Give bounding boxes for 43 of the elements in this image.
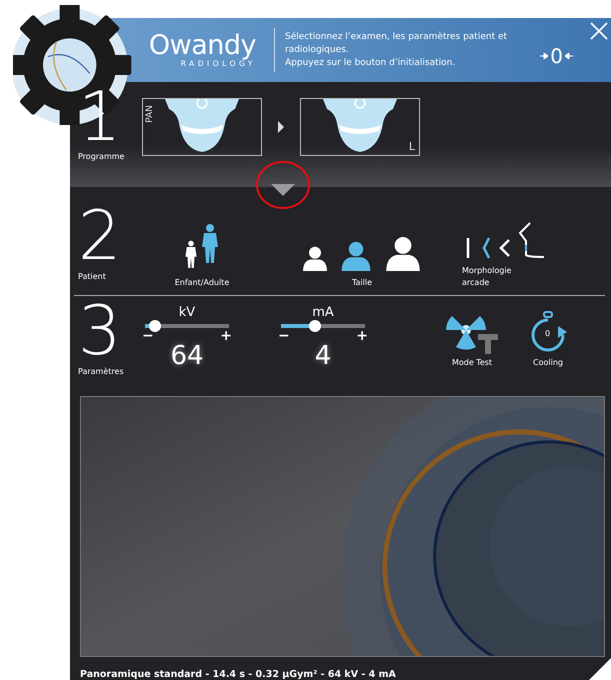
slider-thumb[interactable]	[149, 320, 162, 332]
bust-icon[interactable]	[300, 246, 330, 272]
program-tag: L	[408, 140, 415, 153]
program-thumbnail[interactable]: L	[300, 98, 420, 156]
jaw-icon	[163, 98, 241, 153]
panel-corner	[589, 658, 611, 680]
arch-shape-icon[interactable]	[480, 237, 492, 260]
slider-value: 64	[170, 343, 204, 370]
slider-label: mA	[312, 306, 334, 320]
instruction-text: Appuyez sur le bouton d’initialisation.	[285, 58, 456, 68]
jaw-icon	[321, 98, 399, 153]
right-arrow-icon	[540, 53, 548, 59]
cooling-count: 0	[545, 329, 550, 338]
increase-label[interactable]: +	[356, 329, 368, 344]
step-label: Paramètres	[78, 366, 125, 376]
instruction-text: radiologiques.	[285, 44, 350, 55]
initialize-button[interactable]: 0	[538, 44, 575, 68]
tool-button[interactable]: 0 Cooling	[528, 310, 568, 368]
slider-label: kV	[178, 306, 196, 320]
group-label: Enfant/Adulte	[174, 277, 230, 290]
left-arrow-icon	[565, 53, 573, 59]
step-number: 3	[78, 300, 122, 365]
instruction-text: Sélectionnez l’examen, les paramètres patient et	[285, 32, 508, 42]
decrease-label[interactable]: −	[142, 329, 154, 344]
program-thumbnail[interactable]: PAN	[142, 98, 262, 156]
increase-label[interactable]: +	[220, 329, 232, 344]
step-label: Patient	[78, 272, 107, 281]
slider-thumb[interactable]	[308, 320, 321, 332]
program-tag: PAN	[144, 104, 155, 123]
decrease-label[interactable]: −	[278, 329, 290, 344]
expand-arrow-icon[interactable]	[271, 184, 295, 196]
jaw-profile-icon	[516, 221, 546, 260]
arch-shape-icon[interactable]	[498, 237, 510, 260]
highlight-circle	[255, 160, 311, 210]
next-arrow-icon	[278, 120, 284, 133]
tool-button[interactable]: Mode Test	[444, 310, 500, 368]
group-label: Morphologie arcade	[462, 265, 512, 290]
logo-text: Owandy	[148, 32, 256, 59]
step-number: 2	[78, 205, 122, 270]
group-label: Taille	[352, 277, 372, 290]
slider-value: 4	[314, 343, 332, 370]
close-button[interactable]	[590, 22, 608, 40]
status-text: Panoramique standard - 14.4 s - 0.32 µGym² - 64 kV - 4 mA	[80, 669, 397, 680]
